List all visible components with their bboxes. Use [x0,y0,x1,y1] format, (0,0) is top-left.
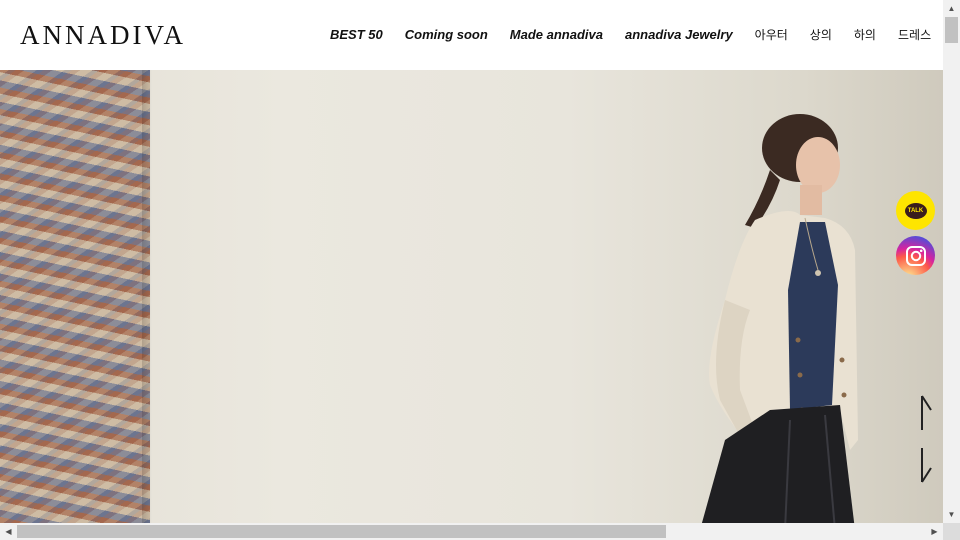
hero-tapestry-shadow [142,70,152,523]
hero-model-image [650,110,865,523]
instagram-button[interactable] [896,236,935,275]
scroll-down-arrow-icon[interactable]: ▼ [943,506,960,523]
main-nav: BEST 50 Coming soon Made annadiva annadi… [330,26,943,46]
scroll-right-arrow-icon[interactable]: ▶ [926,523,943,540]
hero-banner[interactable] [0,70,943,523]
site-header: ANNADIVA BEST 50 Coming soon Made annadi… [0,0,943,70]
nav-outer[interactable]: 아우터 [755,26,788,46]
kakao-talk-icon: TALK [904,202,927,219]
site-logo[interactable]: ANNADIVA [20,19,186,51]
nav-annadiva-jewelry[interactable]: annadiva Jewelry [625,26,733,46]
hero-tapestry-image [0,70,150,523]
nav-coming-soon[interactable]: Coming soon [405,26,488,46]
nav-top[interactable]: 상의 [810,26,832,46]
nav-made-annadiva[interactable]: Made annadiva [510,26,603,46]
vertical-scroll-thumb[interactable] [945,17,958,43]
nav-bottom[interactable]: 하의 [854,26,876,46]
scroll-to-top-button[interactable] [914,394,936,432]
instagram-icon [905,245,926,266]
arrow-up-icon [921,395,932,430]
scroll-up-arrow-icon[interactable]: ▲ [943,0,960,17]
horizontal-scrollbar[interactable]: ◀ ▶ [0,523,943,540]
arrow-down-icon [921,448,932,483]
nav-best-50[interactable]: BEST 50 [330,26,383,46]
horizontal-scroll-thumb[interactable] [17,525,666,538]
scrollbar-corner [943,523,960,540]
nav-dress[interactable]: 드레스 [898,26,931,46]
kakao-talk-button[interactable]: TALK [896,191,935,230]
scroll-to-bottom-button[interactable] [914,446,936,484]
scroll-left-arrow-icon[interactable]: ◀ [0,523,17,540]
vertical-scrollbar[interactable]: ▲ ▼ [943,0,960,523]
